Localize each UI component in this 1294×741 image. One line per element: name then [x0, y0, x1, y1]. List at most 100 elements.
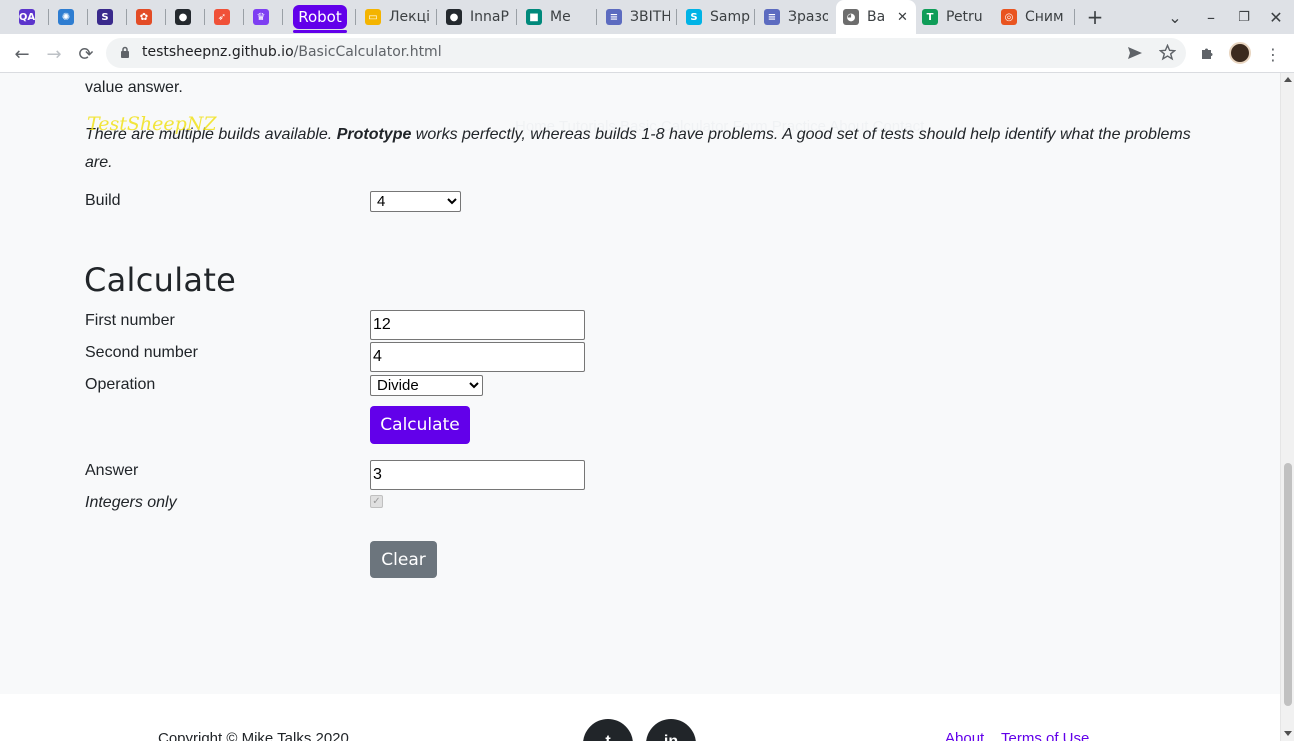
new-tab-button[interactable]: + [1084, 5, 1106, 29]
snowflake-icon: ✺ [58, 9, 74, 25]
back-icon[interactable]: ← [10, 42, 34, 66]
figma-icon: ✿ [136, 9, 152, 25]
forward-icon[interactable]: → [42, 42, 66, 66]
about-link[interactable]: About [945, 730, 984, 741]
docs-icon: ≡ [606, 9, 622, 25]
builds-description: There are multiple builds available. Pro… [85, 121, 1200, 177]
footer: Copyright © Mike Talks 2020 t in About T… [0, 694, 1280, 741]
s-logo-icon: S [97, 9, 113, 25]
ubuntu-icon: ◎ [1001, 9, 1017, 25]
slides-icon: ▭ [365, 9, 381, 25]
browser-tab[interactable]: ▭ Лекці [365, 0, 429, 34]
s-blue-icon: S [686, 9, 702, 25]
scrollbar-thumb[interactable] [1284, 463, 1292, 706]
first-number-field[interactable] [370, 310, 585, 340]
second-number-field[interactable] [370, 342, 585, 372]
meet-icon: ■ [526, 9, 542, 25]
tab-strip: Robot QA ✺ S ✿ ● ➶ ♛ ▭ Лекці ● InnaP ■ Me ≡ ЗВІТН S Samp… [0, 0, 1294, 34]
terms-of-use-link[interactable]: Terms of Use [1001, 730, 1089, 741]
browser-tab[interactable]: S Samp [686, 0, 750, 34]
tab-robot[interactable]: Robot [293, 5, 347, 29]
browser-tab[interactable]: T Petru [922, 0, 983, 34]
build-select[interactable]: 4 [370, 191, 461, 212]
tab-separator [355, 9, 356, 25]
close-window-button[interactable]: ✕ [1265, 6, 1287, 28]
lock-icon[interactable] [120, 46, 130, 59]
intro-text: value answer. [85, 79, 183, 96]
tab-title: Зразо [788, 9, 828, 25]
operation-label: Operation [85, 376, 156, 393]
linkedin-icon[interactable]: in [646, 719, 696, 741]
browser-tab[interactable]: S [97, 0, 113, 34]
browser-tab[interactable]: ≡ ЗВІТН [606, 0, 670, 34]
swift-icon: ➶ [214, 9, 230, 25]
second-number-label: Second number [85, 344, 198, 361]
tab-robot-underline [293, 30, 347, 33]
browser-tab[interactable]: ➶ [214, 0, 230, 34]
menu-kebab-icon[interactable]: ⋮ [1261, 42, 1285, 66]
browser-tab[interactable]: ✿ [136, 0, 152, 34]
brand-logo[interactable]: TestSheepNZ [87, 113, 217, 135]
tab-separator [243, 9, 244, 25]
star-icon[interactable] [1159, 44, 1176, 61]
browser-tab[interactable]: ≡ Зразо [764, 0, 828, 34]
answer-field[interactable] [370, 460, 585, 490]
sheets-icon: T [922, 9, 938, 25]
tab-separator [516, 9, 517, 25]
builds-prototype-bold: Prototype [336, 126, 412, 143]
scroll-down-arrow-icon[interactable] [1284, 731, 1292, 736]
page-scrollbar[interactable] [1280, 73, 1294, 741]
tab-title: Me [550, 9, 571, 25]
answer-label: Answer [85, 462, 139, 479]
tab-separator [754, 9, 755, 25]
tab-separator [596, 9, 597, 25]
tab-search-icon[interactable]: ⌄ [1164, 6, 1186, 28]
tab-separator [165, 9, 166, 25]
browser-tab[interactable]: ✺ [58, 0, 74, 34]
tab-title: Samp [710, 9, 750, 25]
browser-tab[interactable]: QA [19, 0, 35, 34]
clear-button[interactable]: Clear [370, 541, 437, 578]
extensions-icon[interactable] [1199, 44, 1217, 62]
page-content: value answer. Home Tutorials Basic Calcu… [0, 73, 1280, 741]
tab-title: Сним [1025, 9, 1064, 25]
sheep-icon: ◕ [843, 9, 859, 25]
operation-select[interactable]: Divide [370, 375, 483, 396]
browser-tab[interactable]: ♛ [253, 0, 269, 34]
tab-separator [48, 9, 49, 25]
browser-tab[interactable]: ◎ Сним [1001, 0, 1064, 34]
crown-icon: ♛ [253, 9, 269, 25]
tab-title: Petru [946, 9, 983, 25]
minimize-button[interactable]: – [1200, 6, 1222, 28]
integers-only-checkbox[interactable]: ✓ [370, 495, 383, 508]
tab-title: Ba [867, 9, 885, 25]
browser-tab[interactable]: ◕ Ba ✕ [843, 0, 908, 34]
tab-separator [282, 9, 283, 25]
browser-tab[interactable]: ● InnaP [446, 0, 509, 34]
tab-separator [87, 9, 88, 25]
github-icon: ● [446, 9, 462, 25]
profile-avatar[interactable] [1229, 42, 1251, 64]
restore-button[interactable]: ❐ [1233, 6, 1255, 28]
tab-separator [204, 9, 205, 25]
tab-separator [676, 9, 677, 25]
browser-tab[interactable]: ● [175, 0, 191, 34]
browser-toolbar: ← → ⟳ testsheepnz.github.io/BasicCalcula… [0, 34, 1294, 73]
url-text[interactable]: testsheepnz.github.io/BasicCalculator.ht… [142, 44, 442, 60]
calculate-button[interactable]: Calculate [370, 406, 470, 444]
address-bar[interactable]: testsheepnz.github.io/BasicCalculator.ht… [106, 38, 1186, 68]
url-host: testsheepnz.github.io [142, 44, 294, 60]
reload-icon[interactable]: ⟳ [74, 42, 98, 66]
integers-only-label: Integers only [85, 494, 177, 511]
twitter-icon[interactable]: t [583, 719, 633, 741]
tab-separator [1074, 9, 1075, 25]
scroll-up-arrow-icon[interactable] [1284, 77, 1292, 82]
browser-tab[interactable]: ■ Me [526, 0, 571, 34]
url-path: /BasicCalculator.html [293, 44, 442, 60]
build-label: Build [85, 192, 121, 209]
first-number-label: First number [85, 312, 175, 329]
send-icon[interactable] [1127, 46, 1143, 60]
close-tab-icon[interactable]: ✕ [897, 10, 908, 25]
github-icon: ● [175, 9, 191, 25]
tab-title: ЗВІТН [630, 9, 670, 25]
